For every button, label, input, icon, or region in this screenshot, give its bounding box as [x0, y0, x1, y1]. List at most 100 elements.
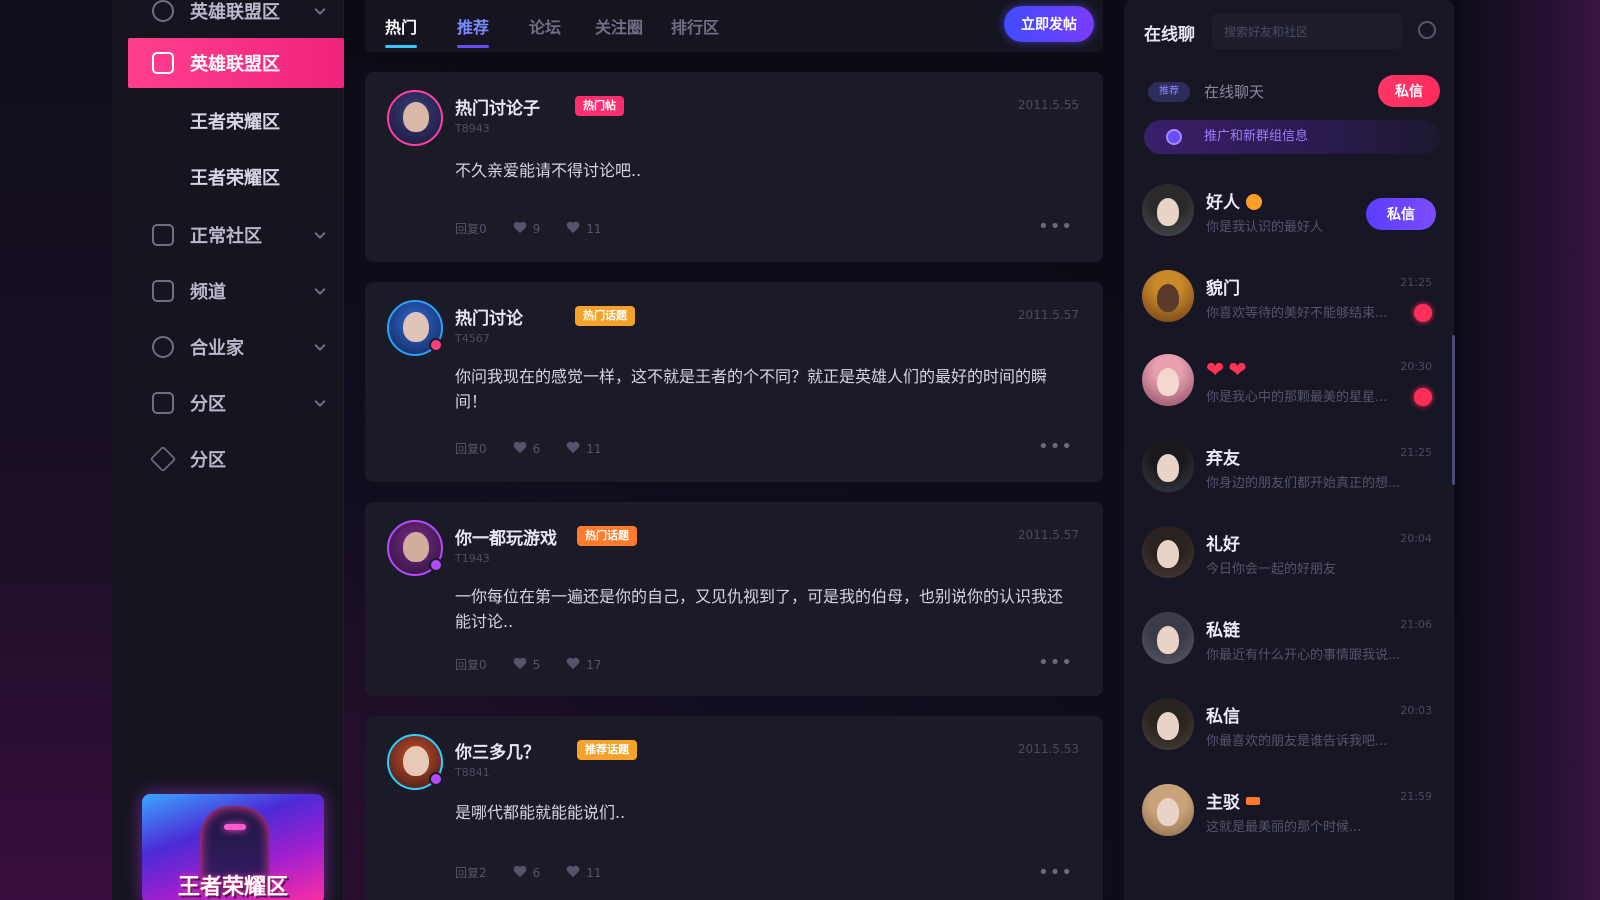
avatar[interactable] [1142, 612, 1194, 664]
like-count: 5 [532, 657, 541, 672]
like-button[interactable]: 6 [513, 442, 541, 456]
comment-icon [566, 658, 580, 671]
chat-time: 21:59 [1400, 790, 1432, 803]
post-text: 不久亲爱能请不得讨论吧.. [455, 161, 642, 180]
post-tag: 热门话题 [577, 526, 637, 546]
sidebar-item-hok-2[interactable]: 王者荣耀区 [128, 152, 344, 202]
reply-count[interactable]: 回复0 [455, 220, 487, 237]
search-icon[interactable] [1418, 21, 1436, 39]
post-card[interactable]: 热门讨论 热门话题 T4567 2011.5.57 你问我现在的感觉一样，这不就… [365, 282, 1103, 482]
avatar[interactable] [387, 300, 443, 356]
avatar[interactable] [1142, 784, 1194, 836]
post-author[interactable]: 热门讨论子 [455, 94, 540, 119]
like-button[interactable]: 5 [513, 658, 541, 672]
chat-item[interactable]: 礼好 今日你会一起的好朋友 20:04 [1142, 526, 1442, 596]
comment-button[interactable]: 11 [566, 866, 601, 880]
post-author[interactable]: 你一都玩游戏 [455, 524, 557, 549]
grid-icon [152, 52, 174, 74]
avatar[interactable] [1142, 440, 1194, 492]
post-card[interactable]: 热门讨论子 热门帖 T8943 2011.5.55 不久亲爱能请不得讨论吧.. … [365, 72, 1103, 262]
post-footer: 回复0 9 11 [455, 220, 628, 237]
comment-count: 17 [586, 657, 602, 672]
promo-bar-text: 推广和新群组信息 [1204, 129, 1309, 144]
chevron-down-icon [314, 227, 326, 240]
post-author[interactable]: 你三多几？ [455, 738, 540, 763]
message-button[interactable]: 私信 [1366, 198, 1436, 230]
sidebar-item-community[interactable]: 正常社区 [128, 210, 344, 260]
tab-forum[interactable]: 论坛 [529, 14, 561, 38]
post-time: 2011.5.53 [1017, 742, 1079, 756]
chat-item[interactable]: 弃友 你身边的朋友们都开始真正的想... 21:25 [1142, 440, 1442, 510]
more-icon[interactable]: ••• [1038, 652, 1073, 673]
post-time: 2011.5.55 [1017, 98, 1079, 112]
reply-count[interactable]: 回复2 [455, 864, 487, 881]
tab-recommend[interactable]: 推荐 [457, 14, 490, 48]
filter-chip[interactable]: 推荐 [1148, 82, 1190, 102]
avatar[interactable] [387, 520, 443, 576]
avatar[interactable] [1142, 184, 1194, 236]
reply-count[interactable]: 回复0 [455, 656, 487, 673]
sidebar-item-lol-collapsed[interactable]: 英雄联盟区 [128, 0, 344, 36]
shield-icon [152, 0, 174, 22]
chat-item[interactable]: 貌门 你喜欢等待的美好不能够结束... 21:25 [1142, 270, 1442, 340]
avatar[interactable] [1142, 698, 1194, 750]
promo-bar[interactable]: 推广和新群组信息 [1144, 120, 1440, 154]
tab-ranking[interactable]: 排行区 [671, 14, 719, 38]
chat-time: 20:04 [1400, 532, 1432, 545]
post-tag: 热门帖 [575, 96, 624, 116]
sidebar-item-label: 分区 [190, 450, 226, 471]
unread-badge [1414, 388, 1432, 406]
more-icon[interactable]: ••• [1038, 216, 1073, 237]
chat-message: 你喜欢等待的美好不能够结束... [1206, 306, 1388, 321]
promo-text: 王者荣耀区 [177, 875, 288, 900]
chat-name: 好人 [1206, 188, 1262, 213]
reply-count[interactable]: 回复0 [455, 440, 487, 457]
chat-item[interactable]: ❤❤ 你是我心中的那颗最美的星星... 20:30 [1142, 354, 1442, 424]
post-card[interactable]: 你一都玩游戏 热门话题 T1943 2011.5.57 一你每位在第一遍还是你的… [365, 502, 1103, 696]
like-count: 9 [532, 221, 541, 236]
sidebar-item-label: 分区 [190, 394, 226, 415]
sidebar-item-zone-1[interactable]: 分区 [128, 378, 344, 428]
chat-scrollbar[interactable] [1452, 335, 1455, 485]
post-author[interactable]: 热门讨论 [455, 304, 523, 329]
diamond-icon [149, 445, 177, 473]
like-button[interactable]: 9 [513, 222, 541, 236]
new-post-button[interactable]: 立即发帖 [1004, 6, 1094, 42]
chat-message: 这就是最美丽的那个时候... [1206, 820, 1362, 835]
chat-item[interactable]: 好人 你是我认识的最好人 私信 [1142, 184, 1442, 254]
post-footer: 回复0 5 17 [455, 656, 628, 673]
chat-item[interactable]: 私信 你最喜欢的朋友是谁告诉我吧... 20:03 [1142, 698, 1442, 768]
post-footer: 回复2 6 11 [455, 864, 628, 881]
chat-time: 21:25 [1400, 446, 1432, 459]
like-button[interactable]: 6 [513, 866, 541, 880]
sidebar-item-zone-2[interactable]: 分区 [128, 434, 344, 484]
sidebar-item-lol[interactable]: 英雄联盟区 [128, 38, 344, 88]
sidebar-item-channel[interactable]: 频道 [128, 266, 344, 316]
chat-item[interactable]: 主驳 这就是最美丽的那个时候... 21:59 [1142, 784, 1442, 854]
comment-button[interactable]: 11 [566, 442, 601, 456]
promo-banner[interactable]: 王者荣耀区 [142, 794, 324, 900]
search-input[interactable]: 搜索好友和社区 [1212, 13, 1402, 49]
message-button[interactable]: 私信 [1378, 75, 1440, 107]
comment-button[interactable]: 17 [566, 658, 601, 672]
avatar[interactable] [1142, 526, 1194, 578]
tab-following[interactable]: 关注圈 [595, 14, 643, 38]
avatar[interactable] [387, 90, 443, 146]
comment-button[interactable]: 11 [566, 222, 601, 236]
more-icon[interactable]: ••• [1038, 436, 1073, 457]
sidebar-item-business[interactable]: 合业家 [128, 322, 344, 372]
heart-icon [513, 658, 527, 671]
avatar[interactable] [387, 734, 443, 790]
avatar[interactable] [1142, 270, 1194, 322]
avatar[interactable] [1142, 354, 1194, 406]
chat-name: 貌门 [1206, 279, 1240, 299]
post-text: 一你每位在第一遍还是你的自己，又见仇视到了，可是我的伯母，也别说你的认识我还能讨… [455, 587, 1064, 631]
post-card[interactable]: 你三多几？ 推荐话题 T8841 2011.5.53 是哪代都能就能能说们.. … [365, 716, 1103, 900]
chat-item[interactable]: 私链 你最近有什么开心的事情跟我说... 21:06 [1142, 612, 1442, 682]
tab-hot[interactable]: 热门 [385, 14, 418, 48]
chat-name: 礼好 [1206, 535, 1240, 555]
sidebar-item-hok-1[interactable]: 王者荣耀区 [128, 96, 344, 146]
background-left [0, 0, 112, 900]
chat-panel-title: 在线聊 [1144, 25, 1195, 45]
more-icon[interactable]: ••• [1038, 862, 1073, 883]
